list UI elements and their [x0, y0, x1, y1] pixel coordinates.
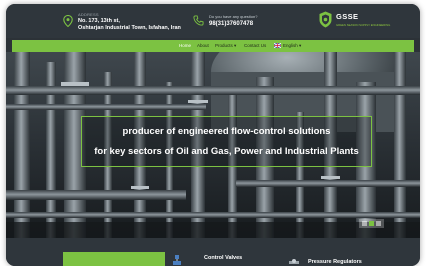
uk-flag-icon: [274, 43, 281, 48]
logo-mark-icon: [319, 11, 332, 28]
nav-item-about[interactable]: About: [197, 43, 209, 48]
nav-item-home[interactable]: Home: [179, 43, 191, 48]
address-line-1: No. 173, 13th st,: [78, 18, 120, 24]
question-label: Do you have any question?: [209, 14, 258, 19]
hero-slider: producer of engineered flow-control solu…: [6, 52, 420, 238]
logo-tagline: GREEN SEASON SUPPLY ENGINEERING: [336, 23, 391, 27]
hero-subheadline: for key sectors of Oil and Gas, Power an…: [94, 146, 359, 157]
product-pressure-regulators[interactable]: Pressure Regulators: [308, 259, 362, 265]
company-logo[interactable]: GSSE GREEN SEASON SUPPLY ENGINEERING: [319, 10, 397, 32]
slider-pagination: [359, 219, 384, 228]
control-valve-icon: [173, 255, 181, 265]
phone-number[interactable]: 98(31)37607478: [209, 21, 253, 27]
green-feature-block: [63, 252, 165, 266]
pressure-regulator-icon: [289, 259, 299, 264]
hero-caption-box: producer of engineered flow-control solu…: [81, 116, 372, 167]
top-header: ADDRESS No. 173, 13th st, Oshtarjan Indu…: [6, 4, 420, 38]
product-control-valves[interactable]: Control Valves: [204, 255, 242, 261]
slide-dot-2[interactable]: [369, 221, 374, 226]
language-selector[interactable]: English ▾: [283, 43, 301, 49]
products-strip: Control Valves Pressure Regulators: [6, 238, 420, 266]
address-label: ADDRESS: [78, 12, 99, 17]
slide-dot-1[interactable]: [362, 221, 367, 226]
nav-item-products[interactable]: Products ▾: [215, 43, 236, 49]
map-pin-icon: [63, 15, 73, 27]
nav-item-contact[interactable]: Contact Us: [244, 43, 266, 48]
slide-dot-3[interactable]: [376, 221, 381, 226]
browser-frame: ADDRESS No. 173, 13th st, Oshtarjan Indu…: [6, 4, 420, 266]
address-line-2: Oshtarjan Industrial Town, Isfahan, Iran: [78, 25, 181, 31]
phone-icon: [193, 15, 204, 26]
hero-headline: producer of engineered flow-control solu…: [122, 126, 331, 137]
logo-name: GSSE: [336, 12, 359, 21]
main-navigation: Home About Products ▾ Contact Us English…: [12, 40, 414, 52]
